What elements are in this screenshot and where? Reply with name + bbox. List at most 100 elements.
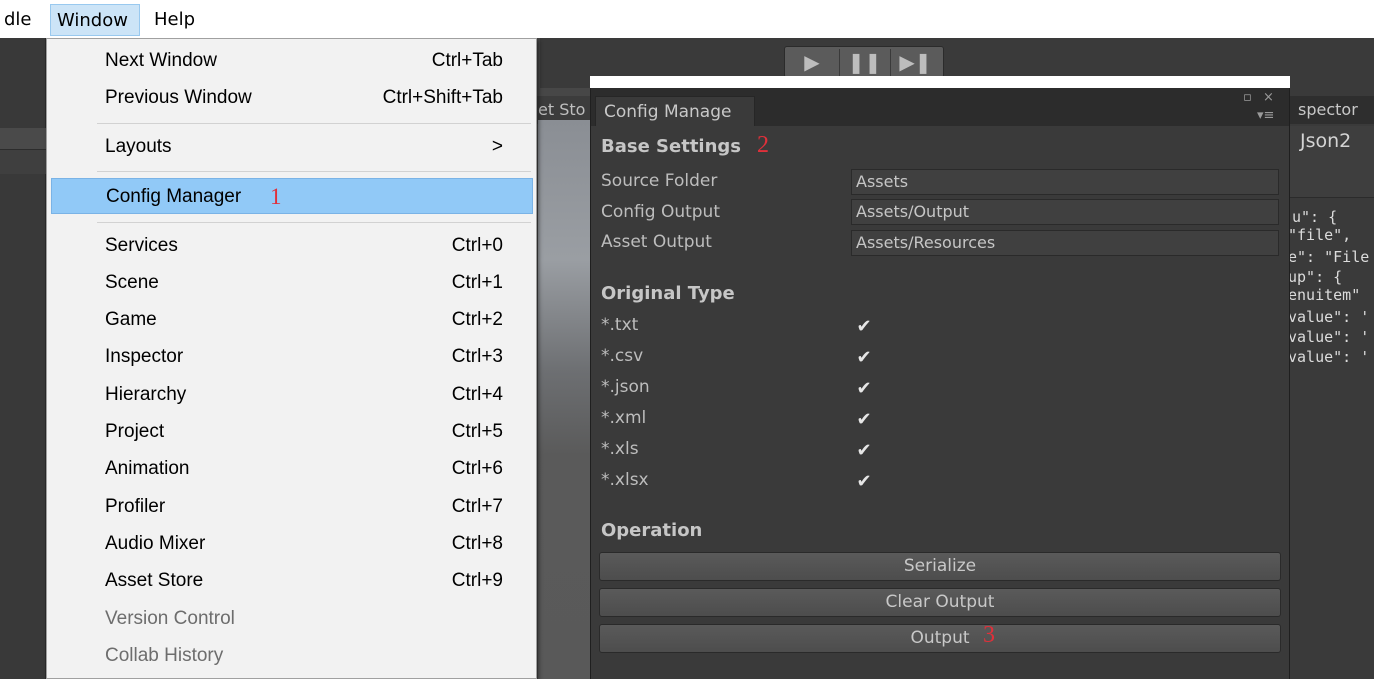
type-label-json: *.json bbox=[601, 377, 650, 397]
inspector-title: Json2 bbox=[1300, 130, 1352, 152]
play-controls: ▶ ❚❚ ▶❚ bbox=[784, 46, 944, 78]
menu-item-label: Game bbox=[105, 309, 157, 330]
menubar: dle Window Help bbox=[0, 0, 1374, 38]
type-checkbox-txt[interactable]: ✔ bbox=[855, 318, 873, 336]
menu-item-label: Animation bbox=[105, 458, 190, 479]
left-panel-toolbar bbox=[0, 128, 46, 150]
menu-item-label: Asset Store bbox=[105, 570, 204, 591]
menu-item-shortcut: Ctrl+8 bbox=[451, 533, 503, 554]
json-line: "file", bbox=[1288, 226, 1352, 244]
base-settings-heading: Base Settings bbox=[601, 136, 742, 157]
type-label-csv: *.csv bbox=[601, 346, 644, 366]
json-line: enuitem" bbox=[1288, 286, 1361, 304]
menu-item-shortcut: Ctrl+3 bbox=[451, 346, 503, 367]
menu-item-project[interactable]: Project Ctrl+5 bbox=[51, 414, 533, 450]
maximize-icon[interactable]: ▫ bbox=[1243, 90, 1252, 106]
annotation-marker-1: 1 bbox=[270, 184, 282, 209]
operation-heading: Operation bbox=[601, 520, 703, 541]
menu-item-label: Config Manager bbox=[106, 186, 242, 207]
type-label-xlsx: *.xlsx bbox=[601, 470, 649, 490]
annotation-marker-2: 2 bbox=[757, 132, 769, 158]
menu-item-config-manager[interactable]: Config Manager 1 bbox=[51, 178, 533, 214]
scene-view bbox=[538, 120, 596, 679]
menu-separator bbox=[97, 123, 531, 124]
menu-item-shortcut: Ctrl+1 bbox=[451, 272, 503, 293]
json-line: u": { bbox=[1292, 208, 1338, 226]
menu-item-audio-mixer[interactable]: Audio Mixer Ctrl+8 bbox=[51, 526, 533, 562]
menu-item-label: Project bbox=[105, 421, 165, 442]
type-checkbox-csv[interactable]: ✔ bbox=[855, 349, 873, 367]
menu-item-shortcut: Ctrl+2 bbox=[451, 309, 503, 330]
source-folder-field[interactable]: Assets bbox=[851, 169, 1279, 195]
type-label-xls: *.xls bbox=[601, 439, 639, 459]
menu-item-profiler[interactable]: Profiler Ctrl+7 bbox=[51, 489, 533, 525]
menu-item-scene[interactable]: Scene Ctrl+1 bbox=[51, 265, 533, 301]
menu-separator bbox=[97, 171, 531, 172]
menu-item-shortcut: Ctrl+9 bbox=[451, 570, 503, 591]
type-checkbox-json[interactable]: ✔ bbox=[855, 380, 873, 398]
window-menu-dropdown: Next Window Ctrl+Tab Previous Window Ctr… bbox=[46, 38, 537, 679]
menu-item-layouts[interactable]: Layouts > bbox=[51, 129, 533, 165]
menu-bundle[interactable]: dle bbox=[0, 4, 38, 36]
menu-item-label: Inspector bbox=[105, 346, 184, 367]
menu-item-label: Hierarchy bbox=[105, 384, 187, 405]
type-checkbox-xls[interactable]: ✔ bbox=[855, 442, 873, 460]
json-line: up": { bbox=[1288, 268, 1343, 286]
menu-item-collab-history: Collab History bbox=[51, 638, 533, 674]
menu-item-previous-window[interactable]: Previous Window Ctrl+Shift+Tab bbox=[51, 80, 533, 116]
menu-item-shortcut: Ctrl+5 bbox=[451, 421, 503, 442]
left-panel-header bbox=[0, 150, 46, 174]
output-button[interactable]: Output bbox=[599, 624, 1281, 653]
menu-item-services[interactable]: Services Ctrl+0 bbox=[51, 228, 533, 264]
menu-item-animation[interactable]: Animation Ctrl+6 bbox=[51, 451, 533, 487]
type-checkbox-xml[interactable]: ✔ bbox=[855, 411, 873, 429]
play-icon[interactable]: ▶ bbox=[787, 49, 837, 76]
json-line: e": "File bbox=[1288, 248, 1370, 266]
source-folder-label: Source Folder bbox=[601, 171, 718, 191]
config-output-label: Config Output bbox=[601, 202, 720, 222]
menu-item-label: Previous Window bbox=[105, 87, 252, 108]
menu-window[interactable]: Window bbox=[50, 4, 140, 36]
tab-config-manager[interactable]: Config Manage bbox=[595, 96, 755, 126]
menu-item-shortcut: Ctrl+6 bbox=[451, 458, 503, 479]
menu-separator bbox=[97, 222, 531, 223]
tab-inspector[interactable]: spector bbox=[1288, 96, 1374, 124]
submenu-arrow-icon: > bbox=[491, 136, 503, 157]
close-icon[interactable]: × bbox=[1263, 90, 1274, 106]
config-manager-window: Config Manage ▫ × ▾≡ Base Settings 2 Sou… bbox=[590, 88, 1290, 679]
menu-item-shortcut: Ctrl+0 bbox=[451, 235, 503, 256]
menu-item-inspector[interactable]: Inspector Ctrl+3 bbox=[51, 339, 533, 375]
asset-output-label: Asset Output bbox=[601, 232, 712, 252]
menu-item-shortcut: Ctrl+4 bbox=[451, 384, 503, 405]
step-icon[interactable]: ▶❚ bbox=[890, 49, 940, 76]
menu-item-label: Layouts bbox=[105, 136, 172, 157]
json-line: value": ' bbox=[1288, 328, 1370, 346]
json-line: value": ' bbox=[1288, 308, 1370, 326]
menu-item-shortcut: Ctrl+7 bbox=[451, 496, 503, 517]
menu-item-shortcut: Ctrl+Tab bbox=[431, 50, 503, 71]
serialize-button[interactable]: Serialize bbox=[599, 552, 1281, 581]
menu-item-label: Collab History bbox=[105, 645, 224, 666]
menu-item-asset-store[interactable]: Asset Store Ctrl+9 bbox=[51, 563, 533, 599]
config-output-field[interactable]: Assets/Output bbox=[851, 199, 1279, 225]
annotation-marker-3: 3 bbox=[983, 622, 995, 648]
menu-item-next-window[interactable]: Next Window Ctrl+Tab bbox=[51, 43, 533, 79]
asset-output-field[interactable]: Assets/Resources bbox=[851, 230, 1279, 256]
left-panel bbox=[0, 38, 46, 679]
menu-item-game[interactable]: Game Ctrl+2 bbox=[51, 302, 533, 338]
pause-icon[interactable]: ❚❚ bbox=[839, 49, 889, 76]
original-type-heading: Original Type bbox=[601, 283, 735, 304]
menu-item-version-control: Version Control bbox=[51, 601, 533, 637]
menu-item-label: Version Control bbox=[105, 608, 235, 629]
menu-item-label: Next Window bbox=[105, 50, 217, 71]
clear-output-button[interactable]: Clear Output bbox=[599, 588, 1281, 617]
panel-menu-icon[interactable]: ▾≡ bbox=[1257, 108, 1274, 124]
type-checkbox-xlsx[interactable]: ✔ bbox=[855, 473, 873, 491]
menu-item-label: Profiler bbox=[105, 496, 166, 517]
menu-item-label: Audio Mixer bbox=[105, 533, 206, 554]
type-label-xml: *.xml bbox=[601, 408, 647, 428]
menu-item-hierarchy[interactable]: Hierarchy Ctrl+4 bbox=[51, 377, 533, 413]
menu-item-shortcut: Ctrl+Shift+Tab bbox=[382, 87, 503, 108]
inspector-panel: spector Json2 u": { "file", e": "File up… bbox=[1288, 88, 1374, 679]
menu-help[interactable]: Help bbox=[148, 4, 201, 36]
